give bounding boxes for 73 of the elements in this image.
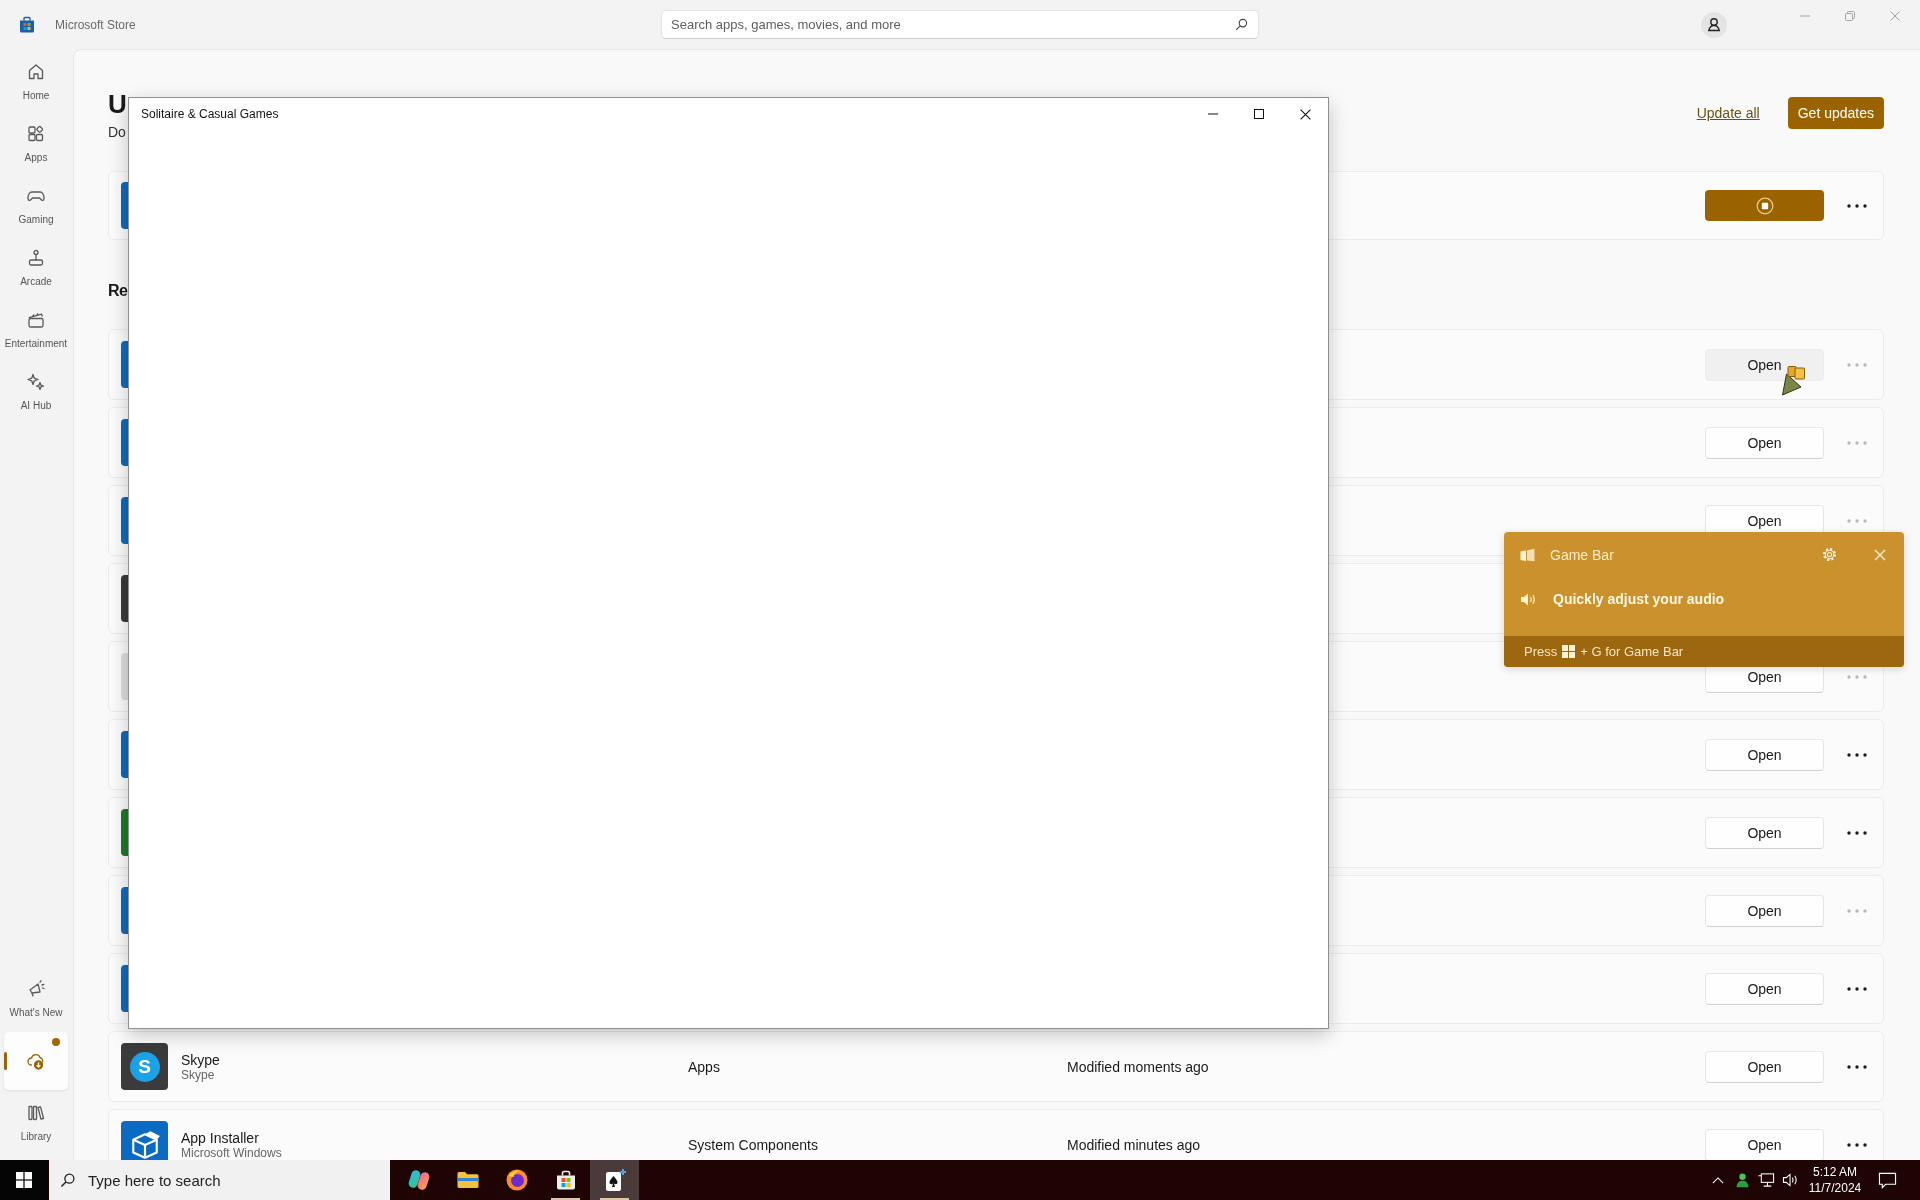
- chevron-up-icon[interactable]: [1712, 1176, 1724, 1184]
- cloud-download-icon: [26, 1051, 46, 1071]
- sidebar-item[interactable]: Entertainment: [4, 301, 68, 359]
- stop-download-button[interactable]: [1705, 190, 1824, 221]
- close-icon[interactable]: [1299, 108, 1311, 120]
- open-button[interactable]: Open: [1705, 816, 1824, 849]
- sidebar-item[interactable]: Gaming: [4, 177, 68, 235]
- app-category: System Components: [688, 1136, 818, 1153]
- open-button[interactable]: Open: [1705, 1128, 1824, 1160]
- sidebar-item[interactable]: [4, 1032, 68, 1090]
- game-bar-title: Game Bar: [1550, 546, 1615, 563]
- sidebar-item[interactable]: Library: [4, 1094, 68, 1152]
- home-icon: [26, 62, 46, 82]
- clock-time[interactable]: 5:12 AM: [1813, 1164, 1857, 1180]
- grid-icon: [26, 124, 46, 144]
- volume-icon[interactable]: [1781, 1172, 1799, 1188]
- modified-time: Modified minutes ago: [1067, 1136, 1201, 1153]
- logo-letter: S: [129, 1051, 160, 1082]
- open-button[interactable]: Open: [1705, 972, 1824, 1005]
- speaker-icon: [1520, 591, 1536, 607]
- modified-time: Modified moments ago: [1067, 1058, 1209, 1075]
- page-subtitle: Do: [108, 123, 126, 142]
- notification-message: Quickly adjust your audio: [1553, 591, 1725, 607]
- settings-icon[interactable]: [1822, 547, 1837, 562]
- sidebar-item[interactable]: Arcade: [4, 239, 68, 297]
- sidebar-item[interactable]: What's New: [4, 970, 68, 1028]
- hint-text: + G for Game Bar: [1580, 644, 1684, 659]
- restore-icon[interactable]: [1844, 11, 1855, 21]
- app-title: Microsoft Store: [55, 17, 136, 32]
- avatar-icon[interactable]: [1701, 11, 1727, 38]
- open-button[interactable]: Open: [1705, 426, 1824, 459]
- app-row[interactable]: S Skype Skype Apps Modified moments ago Open: [108, 1031, 1884, 1102]
- search-icon: [60, 1172, 75, 1188]
- clapperboard-icon: [26, 310, 46, 330]
- store-bag-icon: [18, 15, 36, 34]
- taskbar-app-button[interactable]: [590, 1160, 639, 1200]
- publisher-name: Microsoft Windows: [181, 1145, 282, 1160]
- open-button[interactable]: Open: [1705, 738, 1824, 771]
- start-button[interactable]: [0, 1160, 48, 1200]
- get-updates-button[interactable]: Get updates: [1787, 97, 1884, 129]
- taskbar-search-field[interactable]: Type here to search: [49, 1160, 390, 1200]
- windows-logo-icon: [16, 1172, 32, 1188]
- sidebar-item[interactable]: Home: [4, 53, 68, 111]
- windows-logo-icon: [1562, 645, 1576, 658]
- maximize-icon[interactable]: [1254, 109, 1264, 119]
- hint-text: Press: [1524, 644, 1558, 659]
- sparkle-icon: [26, 372, 46, 392]
- app-category: Apps: [688, 1058, 720, 1075]
- publisher-name: Skype: [181, 1067, 215, 1082]
- app-row[interactable]: App Installer Microsoft Windows System Components Modified minutes ago Open: [108, 1109, 1884, 1160]
- app-name: Skype: [181, 1051, 220, 1068]
- joystick-icon: [26, 248, 46, 268]
- window-title: Solitaire & Casual Games: [141, 107, 279, 121]
- search-field[interactable]: Search apps, games, movies, and more: [661, 10, 1259, 39]
- page-title: U: [108, 88, 127, 121]
- section-heading: Re: [108, 281, 128, 301]
- panels-icon: [1520, 547, 1535, 562]
- stop-icon: [1755, 196, 1774, 215]
- sidebar-item[interactable]: Apps: [4, 115, 68, 173]
- cursor-icon: [1781, 365, 1806, 396]
- notification-icon[interactable]: [1877, 1171, 1897, 1189]
- open-button[interactable]: Open: [1705, 1050, 1824, 1083]
- update-all-link[interactable]: Update all: [1696, 105, 1760, 121]
- capsules-icon: [406, 1168, 431, 1192]
- open-button[interactable]: Open: [1705, 348, 1824, 381]
- globe-icon: [504, 1168, 529, 1192]
- open-button[interactable]: Open: [1705, 894, 1824, 927]
- clock-date[interactable]: 11/7/2024: [1808, 1180, 1862, 1196]
- network-icon[interactable]: [1757, 1172, 1775, 1188]
- sidebar-item[interactable]: AI Hub: [4, 363, 68, 421]
- search-icon: [1235, 18, 1248, 31]
- books-icon: [26, 1103, 46, 1123]
- app-name: App Installer: [181, 1129, 259, 1146]
